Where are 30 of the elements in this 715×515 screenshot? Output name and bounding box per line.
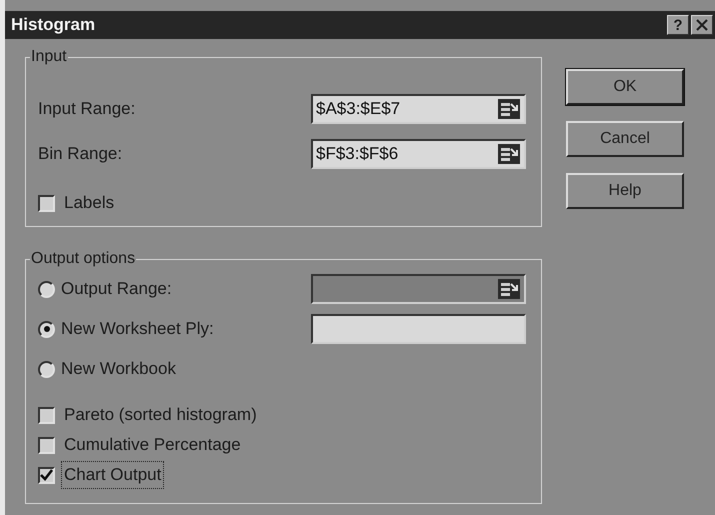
- help-title-button[interactable]: ?: [667, 15, 689, 35]
- dialog-button[interactable]: Help: [566, 173, 684, 209]
- checkbox[interactable]: [38, 406, 55, 424]
- radio-button[interactable]: [38, 360, 55, 378]
- dialog-button[interactable]: OK: [566, 69, 684, 105]
- checkbox[interactable]: [38, 466, 55, 484]
- group-label: Input: [30, 48, 68, 66]
- radio-button[interactable]: [38, 320, 55, 338]
- radio-label[interactable]: Output Range:: [61, 276, 311, 302]
- window-title: Histogram: [11, 14, 96, 36]
- checkbox-label[interactable]: Cumulative Percentage: [61, 431, 244, 459]
- checkbox[interactable]: [38, 436, 55, 454]
- group-label: Output options: [30, 250, 136, 268]
- dialog-button[interactable]: Cancel: [566, 121, 684, 157]
- input-field[interactable]: [311, 314, 526, 344]
- checkbox-label[interactable]: Labels: [61, 189, 118, 217]
- field-label: Bin Range:: [38, 143, 124, 166]
- input-field[interactable]: $F$3:$F$6: [311, 139, 526, 169]
- checkbox-label[interactable]: Chart Output: [61, 461, 164, 489]
- close-icon: [696, 19, 708, 31]
- radio-button[interactable]: [38, 280, 55, 298]
- checkbox[interactable]: [38, 194, 55, 212]
- field-label: Input Range:: [38, 98, 136, 120]
- input-field[interactable]: $A$3:$E$7: [311, 94, 526, 124]
- close-button[interactable]: [691, 15, 713, 35]
- range-picker-icon[interactable]: [498, 144, 520, 164]
- radio-label[interactable]: New Worksheet Ply:: [61, 316, 311, 342]
- checkbox-label[interactable]: Pareto (sorted histogram): [61, 401, 260, 429]
- radio-label[interactable]: New Workbook: [61, 356, 311, 382]
- range-picker-icon[interactable]: [498, 99, 520, 119]
